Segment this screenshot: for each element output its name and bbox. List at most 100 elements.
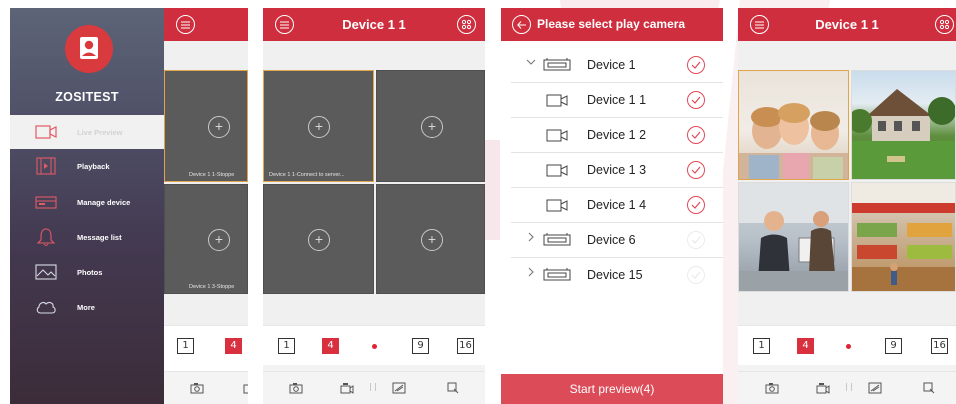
camera-image: [739, 103, 848, 179]
chevron-right-icon[interactable]: [525, 266, 537, 278]
dvr-icon: [543, 58, 571, 71]
photo-icon: [35, 263, 57, 281]
layout-1-button[interactable]: 1: [177, 338, 194, 354]
video-cell[interactable]: +: [376, 70, 485, 182]
check-icon[interactable]: [687, 161, 705, 179]
avatar[interactable]: [65, 25, 113, 73]
bell-icon: [35, 228, 57, 246]
camera-icon: [546, 94, 568, 107]
menu-label: More: [77, 302, 95, 312]
back-icon[interactable]: [512, 15, 531, 34]
camera-list-icon[interactable]: [457, 15, 476, 34]
check-icon[interactable]: [687, 126, 705, 144]
check-icon[interactable]: [687, 91, 705, 109]
record-icon[interactable]: [240, 381, 248, 395]
camera-row[interactable]: Device 1 3: [501, 153, 723, 188]
camera-image: [739, 183, 848, 291]
layout-16-button[interactable]: 16: [931, 338, 948, 354]
tool-bar: [263, 371, 485, 404]
device-row[interactable]: Device 15: [501, 258, 723, 293]
tool-bar: [738, 371, 956, 404]
layout-4-button[interactable]: 4: [225, 338, 242, 354]
menu-item-live-preview[interactable]: Live Preview: [10, 115, 164, 149]
layout-16-button[interactable]: 16: [457, 338, 474, 354]
camera-name: Device 1 1: [587, 93, 647, 107]
layout-1-button[interactable]: 1: [753, 338, 770, 354]
layout-4-button[interactable]: 4: [797, 338, 814, 354]
menu-item-manage-device[interactable]: Manage device: [10, 185, 164, 219]
menu-label: Photos: [77, 267, 103, 277]
camera-image: [852, 89, 955, 179]
menu-item-message-list[interactable]: Message list: [10, 220, 164, 254]
layout-9-button[interactable]: 9: [412, 338, 429, 354]
check-icon[interactable]: [687, 266, 705, 284]
camera-name: Device 1 4: [587, 198, 647, 212]
record-icon[interactable]: [339, 381, 355, 395]
camera-row[interactable]: Device 1 1: [501, 83, 723, 118]
tool-bar: [164, 371, 248, 404]
device-row[interactable]: Device 6: [501, 223, 723, 258]
start-preview-button[interactable]: Start preview(4): [501, 374, 723, 404]
menu-item-playback[interactable]: Playback: [10, 149, 164, 183]
cell-status: Device 1 3-Stoppe: [189, 284, 235, 290]
add-camera-icon[interactable]: +: [421, 116, 443, 138]
cell-status: Device 1 1-Connect to server...: [269, 172, 345, 178]
select-camera-screen: Please select play camera Device 1 Devic…: [501, 8, 723, 404]
fullscreen-icon[interactable]: [445, 381, 461, 395]
camera-row[interactable]: Device 1 4: [501, 188, 723, 223]
camera-icon: [546, 129, 568, 142]
video-cell[interactable]: + Device 1 1-Stoppe: [164, 70, 248, 182]
page-title: Device 1 1: [815, 17, 879, 32]
video-cell[interactable]: +: [376, 184, 485, 294]
quality-icon[interactable]: [391, 381, 407, 395]
layout-1-button[interactable]: 1: [278, 338, 295, 354]
page-indicator-dot: [846, 344, 851, 349]
menu-item-more[interactable]: More: [10, 290, 164, 324]
dvr-icon: [543, 233, 571, 246]
add-camera-icon[interactable]: +: [308, 229, 330, 251]
chevron-right-icon[interactable]: [525, 231, 537, 243]
layout-bar: 1 4 9 16: [263, 325, 485, 365]
video-feed[interactable]: [738, 70, 849, 180]
add-camera-icon[interactable]: +: [208, 116, 230, 138]
camera-list-icon[interactable]: [935, 15, 954, 34]
page-title: Device 1 1: [342, 17, 406, 32]
dvr-icon: [543, 268, 571, 281]
menu-icon[interactable]: [176, 15, 195, 34]
check-icon[interactable]: [687, 231, 705, 249]
snapshot-icon[interactable]: [764, 381, 780, 395]
video-feed[interactable]: [851, 70, 956, 180]
add-camera-icon[interactable]: +: [208, 229, 230, 251]
device-row[interactable]: Device 1: [501, 48, 723, 83]
video-feed[interactable]: [851, 182, 956, 292]
check-icon[interactable]: [687, 196, 705, 214]
add-camera-icon[interactable]: +: [308, 116, 330, 138]
device-name: Device 6: [587, 233, 636, 247]
sidebar: ZOSITEST Live Preview Playback Manage de…: [10, 8, 164, 404]
camera-image: [852, 183, 955, 291]
layout-4-button[interactable]: 4: [322, 338, 339, 354]
video-feed[interactable]: [738, 182, 849, 292]
video-cell[interactable]: + Device 1 3-Stoppe: [164, 184, 248, 294]
record-icon[interactable]: [815, 381, 831, 395]
layout-9-button[interactable]: 9: [885, 338, 902, 354]
snapshot-icon[interactable]: [189, 381, 205, 395]
fullscreen-icon[interactable]: [921, 381, 937, 395]
camera-icon: [546, 199, 568, 212]
cloud-icon: [35, 298, 57, 316]
camera-row[interactable]: Device 1 2: [501, 118, 723, 153]
header: Device 1 1: [738, 8, 956, 41]
chevron-down-icon[interactable]: [525, 56, 537, 68]
quality-icon[interactable]: [867, 381, 883, 395]
snapshot-icon[interactable]: [288, 381, 304, 395]
app-name: ZOSITEST: [55, 90, 119, 104]
check-icon[interactable]: [687, 56, 705, 74]
video-cell[interactable]: + Device 1 1-Connect to server...: [263, 70, 374, 182]
add-camera-icon[interactable]: +: [421, 229, 443, 251]
camera-icon: [546, 164, 568, 177]
page-title: Please select play camera: [537, 17, 686, 31]
menu-item-photos[interactable]: Photos: [10, 255, 164, 289]
video-cell[interactable]: +: [263, 184, 374, 294]
separator: [370, 383, 376, 391]
live-preview-peek: + Device 1 1-Stoppe + Device 1 3-Stoppe …: [164, 8, 248, 404]
